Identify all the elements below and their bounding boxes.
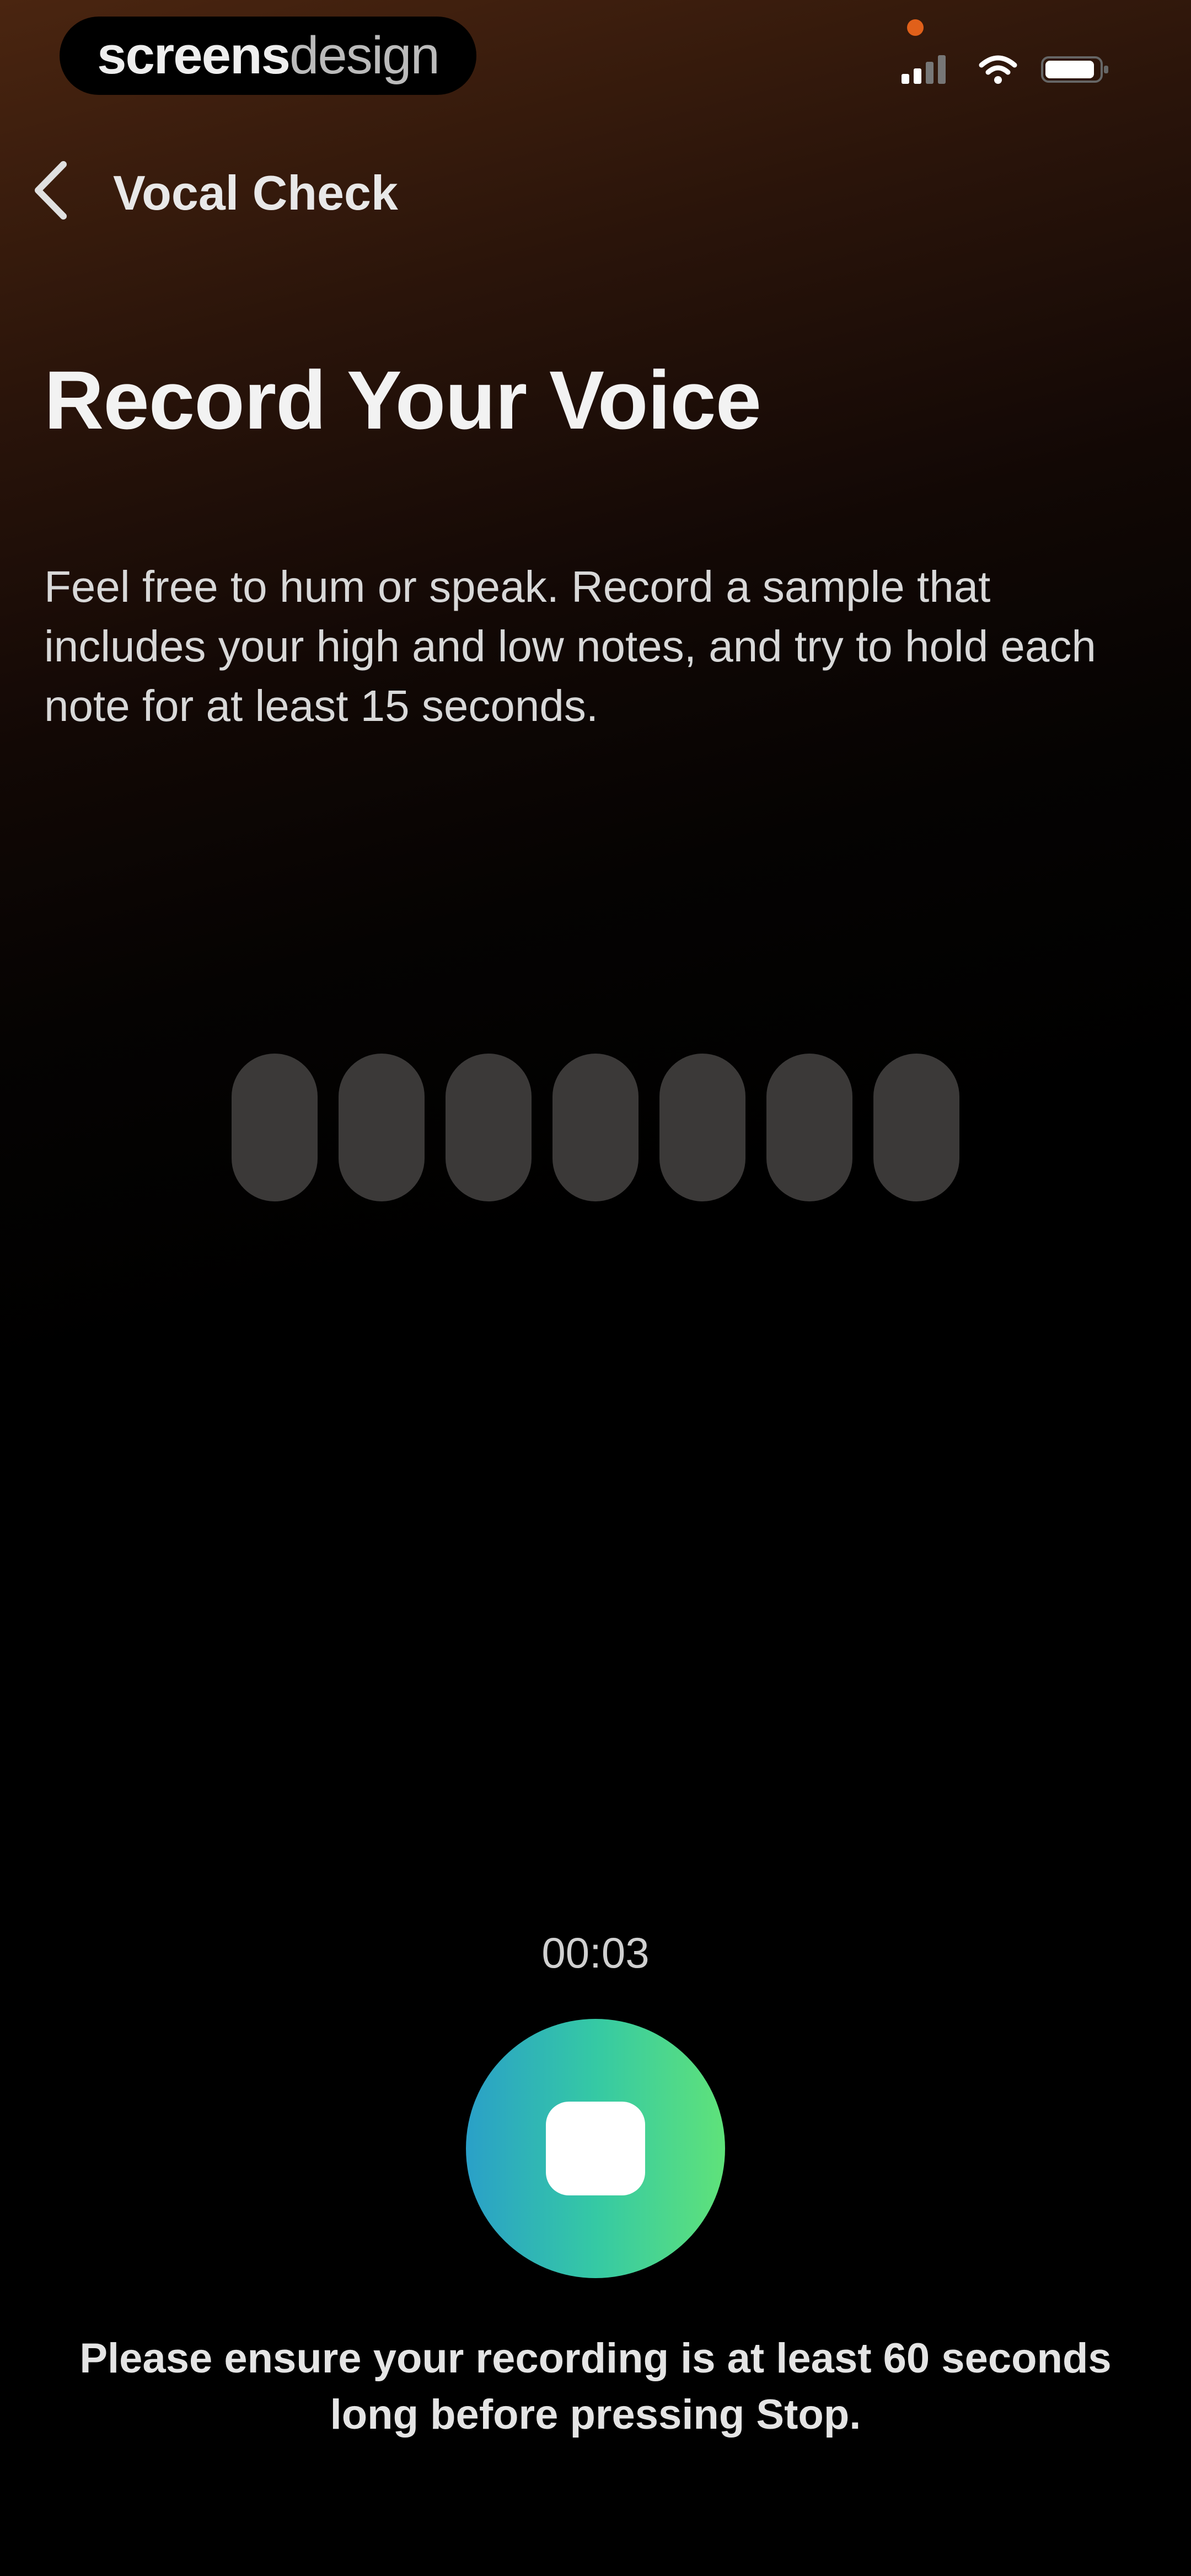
waveform-visualizer (232, 1054, 959, 1208)
brand-badge: screens design (60, 17, 476, 95)
stop-recording-button[interactable] (466, 2019, 725, 2278)
camera-indicator-icon (907, 19, 924, 36)
navigation-bar: Vocal Check (0, 143, 1191, 243)
stop-icon (546, 2102, 645, 2195)
waveform-bar (446, 1054, 532, 1201)
chevron-left-icon[interactable] (30, 160, 74, 221)
brand-text-primary: screens (97, 26, 291, 85)
cellular-signal-icon (902, 55, 946, 84)
waveform-bar (766, 1054, 852, 1201)
page-title: Record Your Voice (44, 354, 761, 446)
status-bar: screens design (0, 0, 1191, 121)
waveform-bar (873, 1054, 959, 1201)
status-icons (902, 55, 1108, 84)
footer-note: Please ensure your recording is at least… (79, 2335, 1112, 2438)
instructions-text: Feel free to hum or speak. Record a samp… (44, 562, 1096, 730)
nav-title[interactable]: Vocal Check (113, 165, 398, 221)
recording-timer: 00:03 (541, 1928, 650, 1977)
wifi-icon (979, 55, 1017, 84)
waveform-bar (659, 1054, 745, 1201)
waveform-bar (232, 1054, 318, 1201)
brand-text-secondary: design (289, 26, 440, 85)
waveform-bar (339, 1054, 425, 1201)
waveform-bar (552, 1054, 639, 1201)
battery-icon (1041, 56, 1108, 83)
